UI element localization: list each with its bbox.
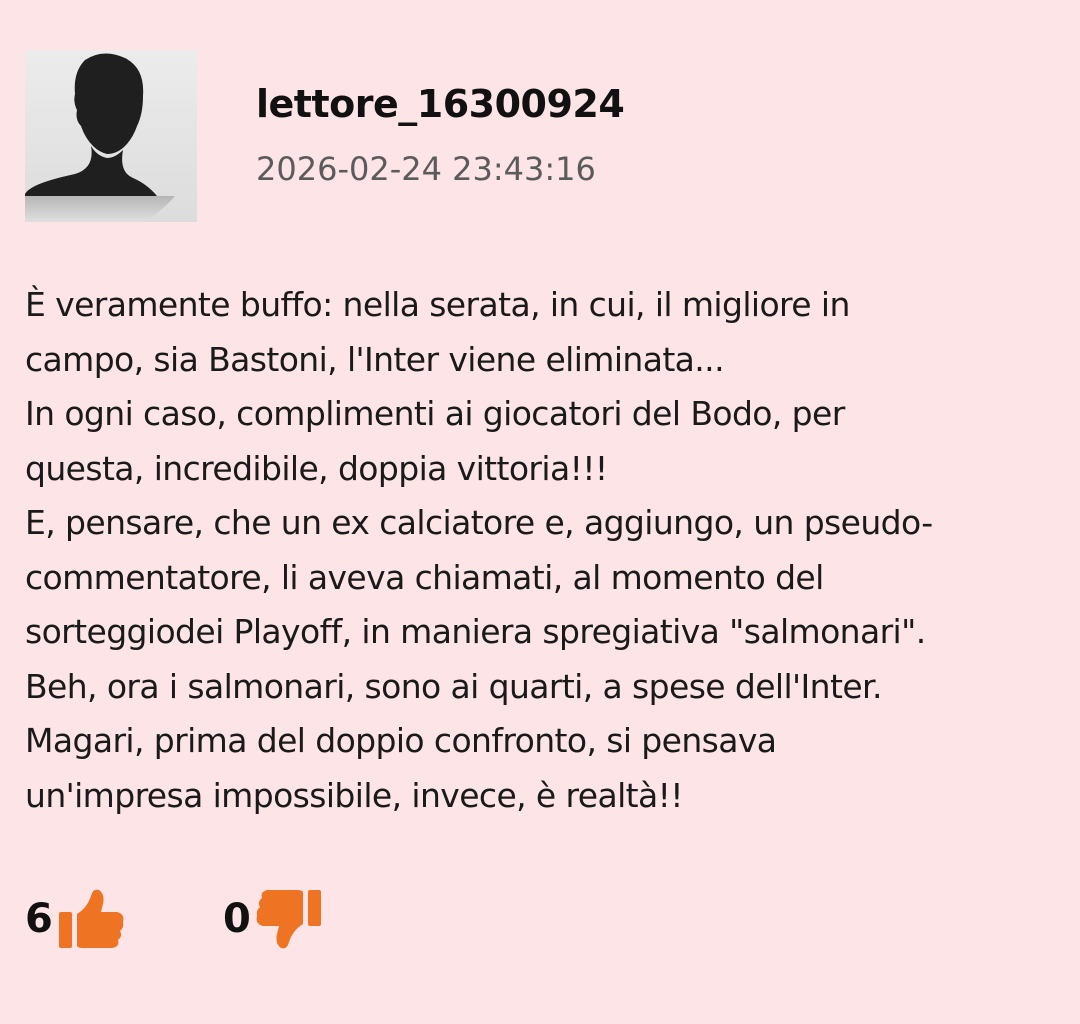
comment-line: campo, sia Bastoni, l'Inter viene elimin… <box>25 339 725 379</box>
comment-timestamp: 2026-02-24 23:43:16 <box>256 150 596 188</box>
user-silhouette-icon <box>25 50 197 222</box>
dislike-count: 0 <box>223 896 251 942</box>
dislike-button[interactable]: 0 <box>223 884 323 954</box>
comment-line: Beh, ora i salmonari, sono ai quarti, a … <box>25 666 882 706</box>
like-button[interactable]: 6 <box>25 884 125 954</box>
comment-line: commentatore, li aveva chiamati, al mome… <box>25 557 824 597</box>
thumbs-up-icon[interactable] <box>57 886 125 952</box>
like-count: 6 <box>25 896 53 942</box>
comment-line: un'impresa impossibile, invece, è realtà… <box>25 775 683 815</box>
vote-bar: 6 0 <box>25 884 425 954</box>
comment-card: lettore_16300924 2026-02-24 23:43:16 È v… <box>0 0 1080 1024</box>
thumbs-down-icon[interactable] <box>255 886 323 952</box>
comment-line: È veramente buffo: nella serata, in cui,… <box>25 285 850 324</box>
comment-line: sorteggiodei Playoff, in maniera spregia… <box>25 612 926 651</box>
avatar <box>25 50 197 222</box>
comment-line: E, pensare, che un ex calciatore e, aggi… <box>25 503 933 542</box>
comment-line: Magari, prima del doppio confronto, si p… <box>25 721 777 760</box>
comment-line: In ogni caso, complimenti ai giocatori d… <box>25 394 845 433</box>
comment-line: questa, incredibile, doppia vittoria!!! <box>25 448 608 488</box>
comment-body: È veramente buffo: nella serata, in cui,… <box>25 278 1065 823</box>
username[interactable]: lettore_16300924 <box>256 82 625 126</box>
